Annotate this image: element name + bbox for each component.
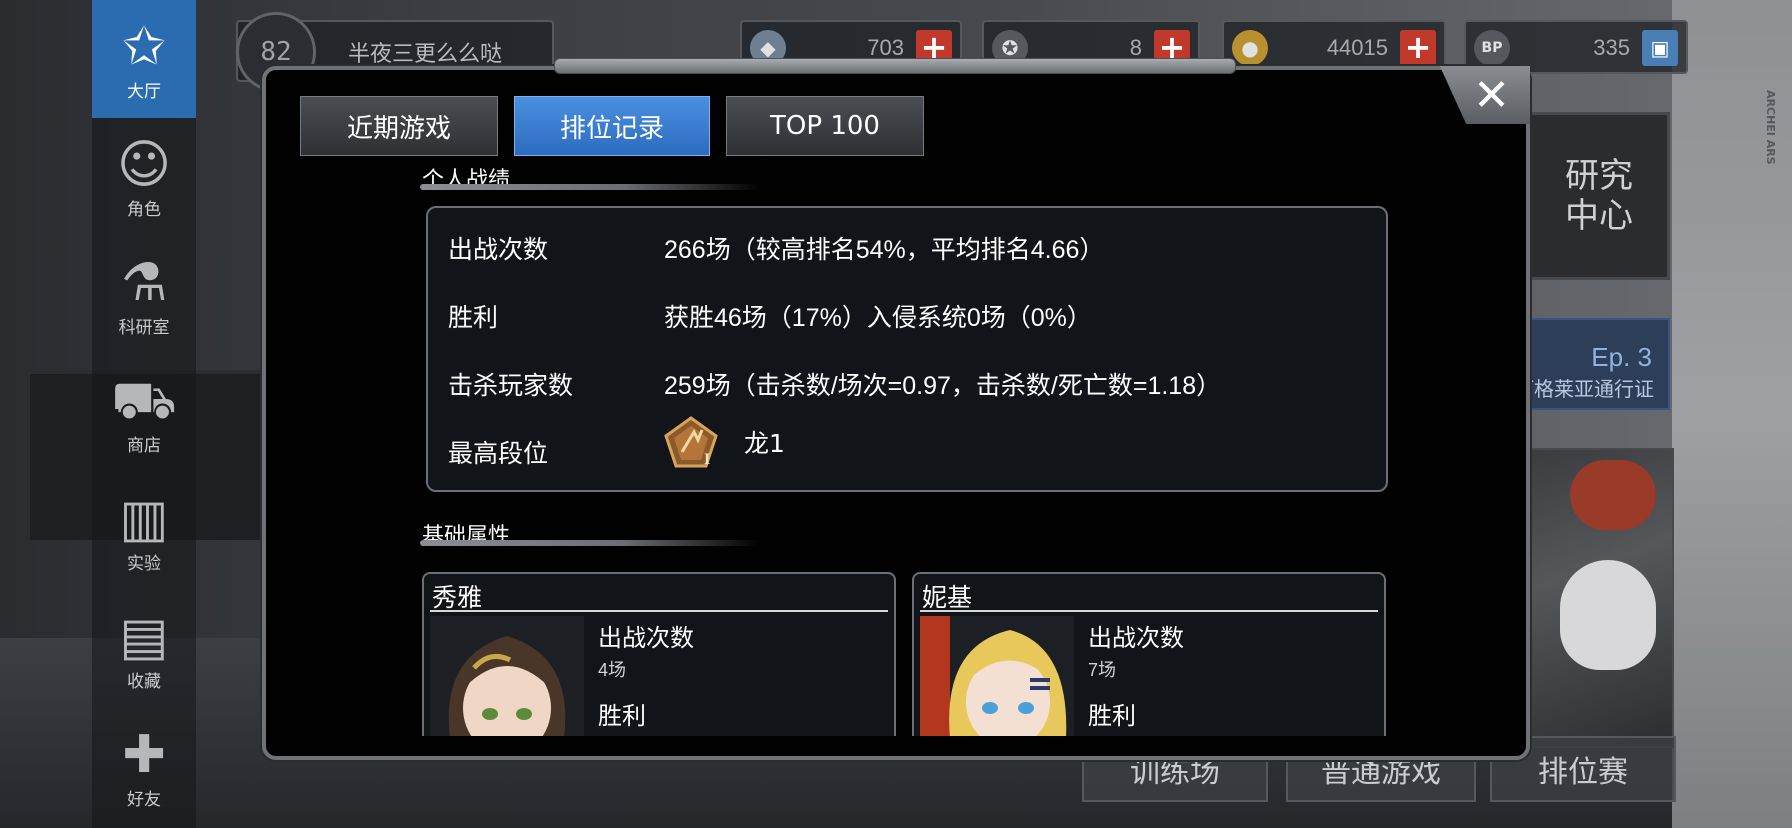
character-battles-value: 7场	[1088, 660, 1117, 680]
character-wins-label: 胜利	[598, 702, 646, 730]
player-name: 半夜三更么么哒	[348, 42, 503, 67]
sidebar-item-label: 好友	[127, 789, 161, 810]
open-book-icon: ▤	[119, 606, 169, 667]
tab-ranked-record[interactable]: 排位记录	[514, 96, 710, 156]
character-card[interactable]: 秀雅 出战次数 4场 胜利	[422, 572, 896, 736]
sidebar-item-experiment[interactable]: ▥ 实验	[92, 472, 196, 590]
stat-value-kills: 259场（击杀数/场次=0.97，击杀数/死亡数=1.18）	[664, 372, 1222, 400]
stat-label-wins: 胜利	[448, 303, 499, 332]
sidebar-item-lab[interactable]: ⚗ 科研室	[92, 236, 196, 354]
close-icon: ✕	[1473, 69, 1510, 121]
sidebar-item-character[interactable]: ☺ 角色	[92, 118, 196, 236]
brand-text: ARCHEI ARS	[1764, 90, 1777, 165]
dragon-rank-icon: I	[664, 416, 718, 468]
character-icon: ☺	[116, 134, 172, 195]
stat-value-battles: 266场（较高排名54%，平均排名4.66）	[664, 236, 1105, 264]
flask-icon: ⚗	[120, 252, 168, 313]
bp-info-button[interactable]: ▣	[1642, 30, 1678, 66]
books-icon: ▥	[119, 488, 169, 549]
gamepad-icon: ✚	[122, 724, 166, 785]
coin-icon: ●	[1232, 30, 1268, 66]
sidebar-item-collection[interactable]: ▤ 收藏	[92, 590, 196, 708]
tab-recent-games[interactable]: 近期游戏	[300, 96, 498, 156]
character-card[interactable]: 妮基 出战次数 7场 胜利	[912, 572, 1386, 736]
bp-icon: BP	[1474, 30, 1510, 66]
sidebar-item-label: 科研室	[118, 317, 170, 338]
divider	[430, 610, 888, 612]
research-center-label: 研究中心	[1565, 156, 1633, 236]
stat-value-wins: 获胜46场（17%）入侵系统0场（0%）	[664, 304, 1092, 332]
tab-top-100[interactable]: TOP 100	[726, 96, 924, 156]
resource-value: 44015	[1326, 35, 1388, 60]
art-face	[1560, 560, 1656, 670]
star-a-icon: ✩	[122, 16, 166, 77]
sidebar-item-label: 角色	[127, 199, 161, 220]
sidebar-item-label: 收藏	[127, 671, 161, 692]
pass-label: 阿格莱亚通行证	[1514, 377, 1654, 401]
sidebar-item-lobby[interactable]: ✩ 大厅	[92, 0, 196, 118]
character-battles-value: 4场	[598, 660, 627, 680]
modal-top-handle	[554, 58, 1236, 74]
personal-stats-panel: 出战次数 266场（较高排名54%，平均排名4.66） 胜利 获胜46场（17%…	[426, 206, 1388, 492]
stat-label-highest-rank: 最高段位	[448, 439, 549, 468]
sidebar-item-label: 商店	[127, 435, 161, 456]
svg-text:I: I	[704, 451, 710, 468]
sidebar: ✩ 大厅 ☺ 角色 ⚗ 科研室 ⛟ 商店 ▥ 实验 ▤ 收藏 ✚ 好友	[92, 0, 196, 828]
character-name: 秀雅	[432, 583, 483, 612]
pass-episode: Ep. 3	[1591, 342, 1652, 372]
divider	[920, 610, 1378, 612]
character-battles-label: 出战次数	[598, 624, 694, 652]
character-battles-label: 出战次数	[1088, 624, 1184, 652]
stat-label-kills: 击杀玩家数	[448, 371, 574, 400]
research-center-panel[interactable]: 研究中心	[1528, 112, 1670, 280]
ranked-mode-art	[1528, 448, 1674, 748]
stat-value-highest-rank: 龙1	[744, 429, 785, 458]
art-hair	[1570, 460, 1656, 530]
character-wins-label: 胜利	[1088, 702, 1136, 730]
character-name: 妮基	[922, 583, 973, 612]
resource-value: 335	[1593, 35, 1630, 60]
sidebar-item-friends[interactable]: ✚ 好友	[92, 708, 196, 826]
sidebar-item-label: 大厅	[127, 81, 161, 102]
character-portrait-nikki	[920, 616, 1074, 736]
character-portrait-xiuya	[430, 616, 584, 736]
sidebar-item-label: 实验	[127, 553, 161, 574]
stat-label-battles: 出战次数	[448, 235, 549, 264]
add-coin-button[interactable]: +	[1400, 30, 1436, 66]
section-underline	[420, 184, 760, 190]
section-underline	[420, 540, 760, 546]
sidebar-item-shop[interactable]: ⛟ 商店	[92, 354, 196, 472]
cart-icon: ⛟	[111, 370, 177, 431]
